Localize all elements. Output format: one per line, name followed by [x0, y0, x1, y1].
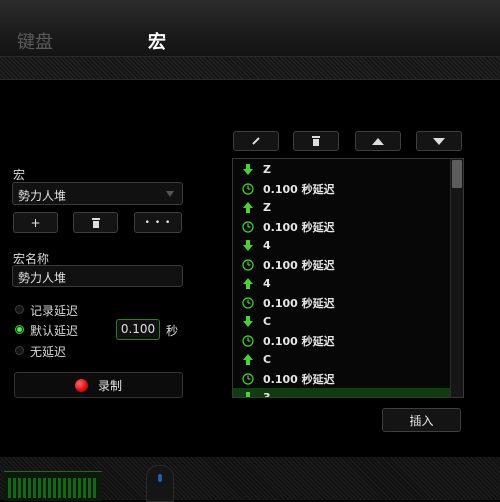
macro-event-text: 0.100 秒延迟 — [263, 372, 335, 386]
clock-icon — [233, 258, 263, 271]
macro-event-text: 0.100 秒延迟 — [263, 296, 335, 310]
more-options-button[interactable]: • • • — [134, 212, 182, 233]
clock-icon — [233, 372, 263, 385]
record-dot-icon — [74, 378, 88, 392]
macro-event-row[interactable]: 0.100 秒延迟 — [233, 217, 451, 236]
macro-event-row[interactable]: 3 — [233, 388, 451, 398]
default-delay-radio[interactable] — [15, 325, 24, 334]
key-up-arrow-icon — [233, 354, 263, 365]
macro-event-text: 3 — [263, 391, 271, 398]
macro-event-list[interactable]: Z 0.100 秒延迟 Z 0.100 秒延迟 4 0.100 秒延迟 4 0.100 秒延迟… — [232, 158, 464, 398]
insert-button[interactable]: 插入 — [382, 408, 461, 432]
macro-name-field[interactable]: 勢力人堆 — [12, 265, 183, 287]
key-down-arrow-icon — [233, 316, 263, 327]
trash-icon — [312, 136, 320, 146]
tab-macro[interactable]: 宏 — [148, 28, 166, 54]
mouse-device-icon[interactable] — [146, 465, 174, 502]
edit-event-button[interactable] — [233, 131, 279, 151]
delay-unit-label: 秒 — [166, 324, 179, 338]
macro-event-row[interactable]: Z — [233, 160, 451, 179]
chevron-down-icon — [166, 191, 174, 197]
move-up-button[interactable] — [355, 131, 401, 151]
delete-macro-button[interactable] — [73, 212, 118, 233]
macro-select-value: 勢力人堆 — [18, 189, 67, 203]
clock-icon — [233, 220, 263, 233]
delay-value-field[interactable]: 0.100 — [116, 319, 160, 340]
macro-event-text: C — [263, 315, 272, 328]
macro-event-row[interactable]: C — [233, 312, 451, 331]
record-delay-radio[interactable] — [15, 305, 24, 314]
macro-event-text: Z — [263, 201, 271, 214]
macro-event-row[interactable]: C — [233, 350, 451, 369]
macro-event-row[interactable]: 4 — [233, 274, 451, 293]
record-delay-label: 记录延迟 — [30, 304, 79, 318]
trash-icon — [91, 217, 100, 228]
key-up-arrow-icon — [233, 278, 263, 289]
no-delay-label: 无延迟 — [30, 345, 67, 359]
macro-label: 宏 — [13, 168, 26, 182]
macro-event-text: C — [263, 353, 272, 366]
macro-event-text: 0.100 秒延迟 — [263, 182, 335, 196]
macro-event-row[interactable]: 4 — [233, 236, 451, 255]
triangle-down-icon — [433, 137, 445, 145]
keyboard-device-icon[interactable] — [4, 471, 102, 501]
record-button[interactable]: 录制 — [14, 372, 183, 398]
key-down-arrow-icon — [233, 392, 263, 397]
delete-event-button[interactable] — [293, 131, 339, 151]
macro-event-row[interactable]: 0.100 秒延迟 — [233, 293, 451, 312]
macro-event-text: 4 — [263, 239, 271, 252]
macro-name-value: 勢力人堆 — [18, 271, 67, 285]
add-macro-button[interactable]: + — [13, 212, 58, 233]
device-strip — [0, 457, 500, 502]
no-delay-radio[interactable] — [15, 346, 24, 355]
macro-select[interactable]: 勢力人堆 — [12, 182, 183, 205]
triangle-up-icon — [372, 137, 384, 145]
scrollbar-thumb[interactable] — [452, 160, 462, 188]
macro-event-text: Z — [263, 163, 271, 176]
clock-icon — [233, 296, 263, 309]
tab-keyboard[interactable]: 键盘 — [17, 28, 53, 54]
macro-event-row[interactable]: 0.100 秒延迟 — [233, 179, 451, 198]
clock-icon — [233, 334, 263, 347]
key-down-arrow-icon — [233, 240, 263, 251]
key-down-arrow-icon — [233, 164, 263, 175]
macro-event-row[interactable]: 0.100 秒延迟 — [233, 331, 451, 350]
macro-event-row[interactable]: 0.100 秒延迟 — [233, 369, 451, 388]
move-down-button[interactable] — [416, 131, 462, 151]
top-header: 键盘 宏 — [0, 0, 500, 56]
macro-event-text: 4 — [263, 277, 271, 290]
header-divider — [0, 56, 500, 80]
list-scrollbar[interactable] — [450, 159, 463, 397]
clock-icon — [233, 182, 263, 195]
record-button-label: 录制 — [97, 378, 122, 393]
macro-event-text: 0.100 秒延迟 — [263, 334, 335, 348]
macro-event-row[interactable]: Z — [233, 198, 451, 217]
macro-event-text: 0.100 秒延迟 — [263, 220, 335, 234]
macro-event-row[interactable]: 0.100 秒延迟 — [233, 255, 451, 274]
default-delay-label: 默认延迟 — [30, 324, 79, 338]
macro-event-text: 0.100 秒延迟 — [263, 258, 335, 272]
pencil-icon — [252, 137, 260, 145]
key-up-arrow-icon — [233, 202, 263, 213]
